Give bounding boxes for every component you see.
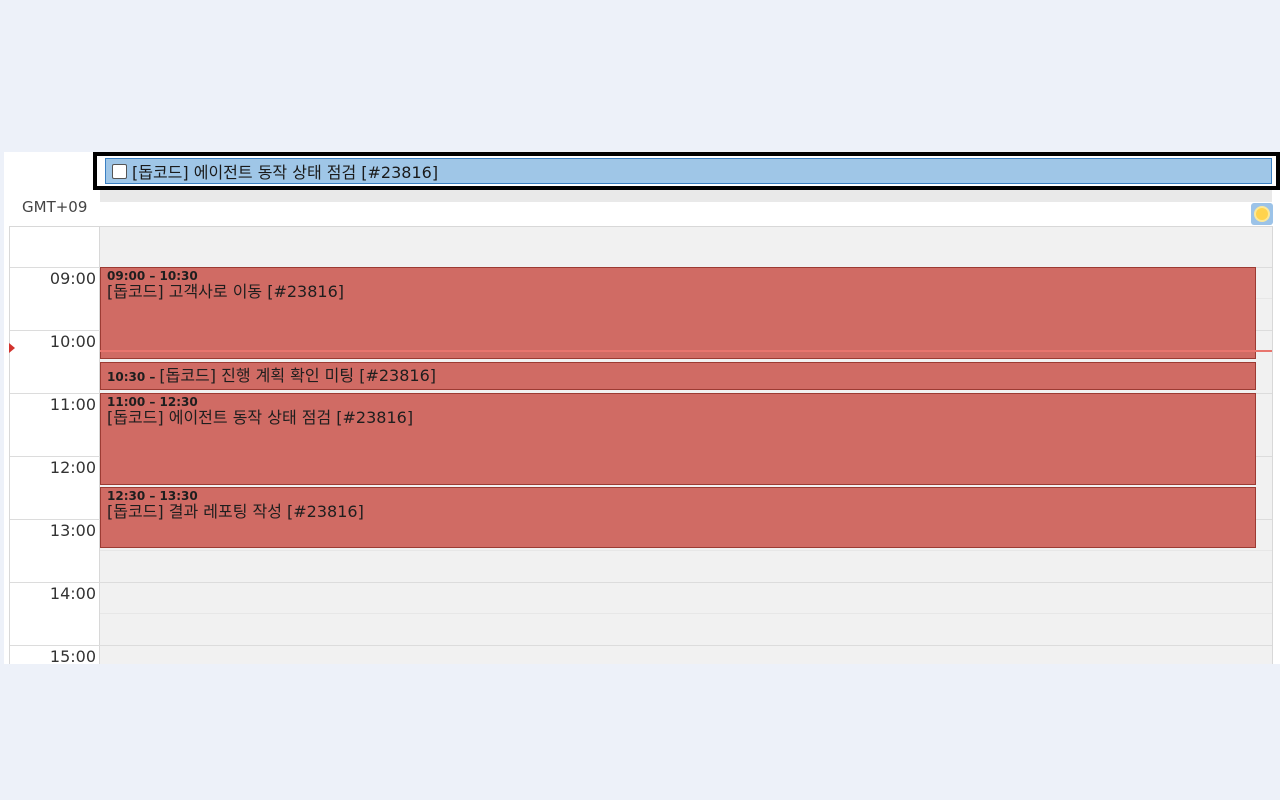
half-hour-line xyxy=(100,613,1272,614)
hour-line xyxy=(10,582,1272,583)
time-label: 09:00 xyxy=(49,269,96,288)
calendar-event[interactable]: 12:30 – 13:30 [돕코드] 결과 레포팅 작성 [#23816] xyxy=(100,487,1256,548)
timezone-label: GMT+09 xyxy=(22,198,88,216)
event-title: [돕코드] 진행 계획 확인 미팅 [#23816] xyxy=(159,366,436,385)
time-label: 13:00 xyxy=(49,521,96,540)
time-label: 11:00 xyxy=(49,395,96,414)
allday-strip xyxy=(100,190,1272,202)
time-label: 14:00 xyxy=(49,584,96,603)
event-time: 10:30 – xyxy=(107,370,156,384)
allday-event-checkbox[interactable] xyxy=(112,163,127,179)
calendar-event[interactable]: 09:00 – 10:30 [돕코드] 고객사로 이동 [#23816] xyxy=(100,267,1256,359)
calendar-event[interactable]: 10:30 – [돕코드] 진행 계획 확인 미팅 [#23816] xyxy=(100,362,1256,390)
hour-line xyxy=(10,645,1272,646)
half-hour-line xyxy=(100,550,1272,551)
time-label: 15:00 xyxy=(49,647,96,664)
event-title: [돕코드] 에이전트 동작 상태 점검 [#23816] xyxy=(107,408,414,427)
event-title: [돕코드] 결과 레포팅 작성 [#23816] xyxy=(107,502,364,521)
current-time-line xyxy=(100,350,1272,352)
sun-weather-icon[interactable] xyxy=(1251,203,1273,225)
calendar-event[interactable]: 11:00 – 12:30 [돕코드] 에이전트 동작 상태 점검 [#2381… xyxy=(100,393,1256,485)
allday-event[interactable]: [돕코드] 에이전트 동작 상태 점검 [#23816] xyxy=(105,158,1272,184)
time-label: 10:00 xyxy=(49,332,96,351)
event-title: [돕코드] 고객사로 이동 [#23816] xyxy=(107,282,345,301)
current-time-marker xyxy=(9,343,15,353)
allday-event-title: [돕코드] 에이전트 동작 상태 점검 [#23816] xyxy=(132,163,439,182)
time-label: 12:00 xyxy=(49,458,96,477)
calendar-day-view: [돕코드] 에이전트 동작 상태 점검 [#23816] GMT+09 09:0… xyxy=(4,152,1280,664)
